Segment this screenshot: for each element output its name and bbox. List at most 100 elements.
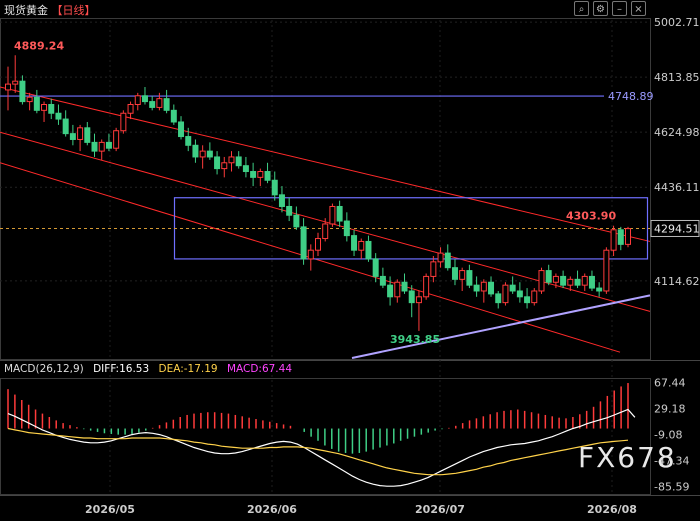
candle-up [430, 261, 437, 277]
candle-up [127, 104, 134, 114]
candle-up [322, 223, 329, 240]
candle-down [379, 275, 386, 286]
candle-down [250, 171, 257, 178]
candle-down [444, 252, 451, 269]
candle-up [26, 96, 33, 103]
candle-down [264, 171, 271, 181]
candle-up [358, 240, 365, 251]
candle-down [62, 118, 69, 135]
candle-down [408, 290, 415, 304]
candle-up [221, 162, 228, 170]
candle-down [343, 220, 350, 237]
macd-tick-label: -9.08 [654, 429, 682, 442]
level-label: 4748.89 [608, 90, 654, 103]
macd-tick-label: 67.44 [654, 377, 686, 390]
candle-down [235, 156, 242, 167]
candle-down [509, 284, 516, 292]
price-panel-frame [0, 18, 651, 360]
candle-up [156, 98, 163, 108]
time-tick-label: 2026/05 [85, 503, 135, 516]
macd-tick-label: 29.18 [654, 403, 686, 416]
minus-icon[interactable]: – [612, 1, 627, 16]
candle-up [415, 296, 422, 304]
price-tick-label: 4436.11 [654, 181, 700, 194]
close-icon[interactable]: × [631, 1, 646, 16]
candle-down [588, 275, 595, 289]
low-annotation: 3943.85 [390, 333, 440, 346]
candle-down [242, 165, 249, 173]
candle-up [459, 270, 466, 280]
price-tick-label: 5002.71 [654, 16, 700, 29]
candle-down [466, 270, 473, 286]
candle-down [545, 270, 552, 283]
candle-up [77, 127, 84, 140]
settings-icon[interactable]: ⚙ [593, 1, 608, 16]
chart-title: 现货黄金 【日线】 [4, 2, 96, 18]
candle-down [48, 104, 55, 114]
candle-up [394, 281, 401, 298]
candle-down [596, 287, 603, 292]
last-price-label: 4294.51 [654, 222, 700, 235]
candle-down [524, 296, 531, 304]
time-tick-label: 2026/06 [247, 503, 297, 516]
candle-up [552, 275, 559, 283]
candle-down [336, 205, 343, 222]
instrument-name: 现货黄金 [4, 4, 48, 17]
candle-down [33, 96, 40, 111]
macd-macd-value: MACD:67.44 [226, 363, 293, 375]
candle-up [480, 281, 487, 292]
candle-down [516, 290, 523, 298]
candle-up [5, 83, 11, 91]
candle-up [538, 270, 545, 292]
candle-up [581, 275, 588, 286]
candle-down [271, 179, 278, 196]
period-label: 【日线】 [51, 4, 96, 17]
candle-down [178, 121, 185, 138]
candle-down [170, 109, 177, 123]
macd-params: MACD(26,12,9) [4, 363, 84, 375]
candle-up [12, 80, 19, 85]
candle-down [387, 284, 394, 298]
candle-up [502, 284, 509, 304]
candle-down [192, 144, 199, 158]
candle-down [105, 141, 112, 149]
price-tick-label: 4114.62 [654, 275, 700, 288]
candle-up [315, 238, 321, 251]
candle-up [113, 130, 120, 149]
candle-down [286, 205, 293, 216]
candle-down [278, 194, 285, 207]
candle-up [567, 278, 574, 286]
candle-up [41, 104, 48, 111]
candle-down [84, 127, 91, 143]
candle-up [98, 141, 105, 152]
candle-down [401, 281, 408, 292]
candle-down [451, 267, 458, 280]
search-icon[interactable]: ⌕ [574, 1, 589, 16]
candle-down [293, 214, 300, 228]
macd-dea-value: DEA:-17.19 [158, 363, 218, 375]
candle-up [257, 171, 264, 178]
candle-down [69, 133, 76, 140]
recent-high-annotation: 4303.90 [566, 210, 616, 223]
time-tick-label: 2026/08 [587, 503, 637, 516]
time-tick-label: 2026/07 [415, 503, 465, 516]
candle-down [351, 235, 358, 251]
candle-down [473, 284, 480, 292]
macd-legend: MACD(26,12,9) DIFF:16.53 DEA:-17.19 MACD… [4, 363, 298, 375]
candle-down [495, 293, 502, 304]
macd-tick-label: -85.59 [654, 481, 689, 494]
high-annotation: 4889.24 [14, 39, 64, 52]
candle-down [214, 156, 221, 170]
candle-up [120, 112, 127, 132]
candle-up [134, 95, 141, 106]
price-tick-label: 4624.98 [654, 126, 700, 139]
chart-toolbar: ⌕ ⚙ – × [574, 1, 646, 16]
candle-up [228, 156, 235, 164]
candle-up [423, 275, 430, 298]
candle-down [574, 278, 581, 286]
candle-up [199, 150, 206, 158]
candle-down [55, 112, 62, 120]
candle-down [19, 80, 26, 103]
candle-down [300, 226, 307, 260]
candle-down [185, 136, 192, 146]
